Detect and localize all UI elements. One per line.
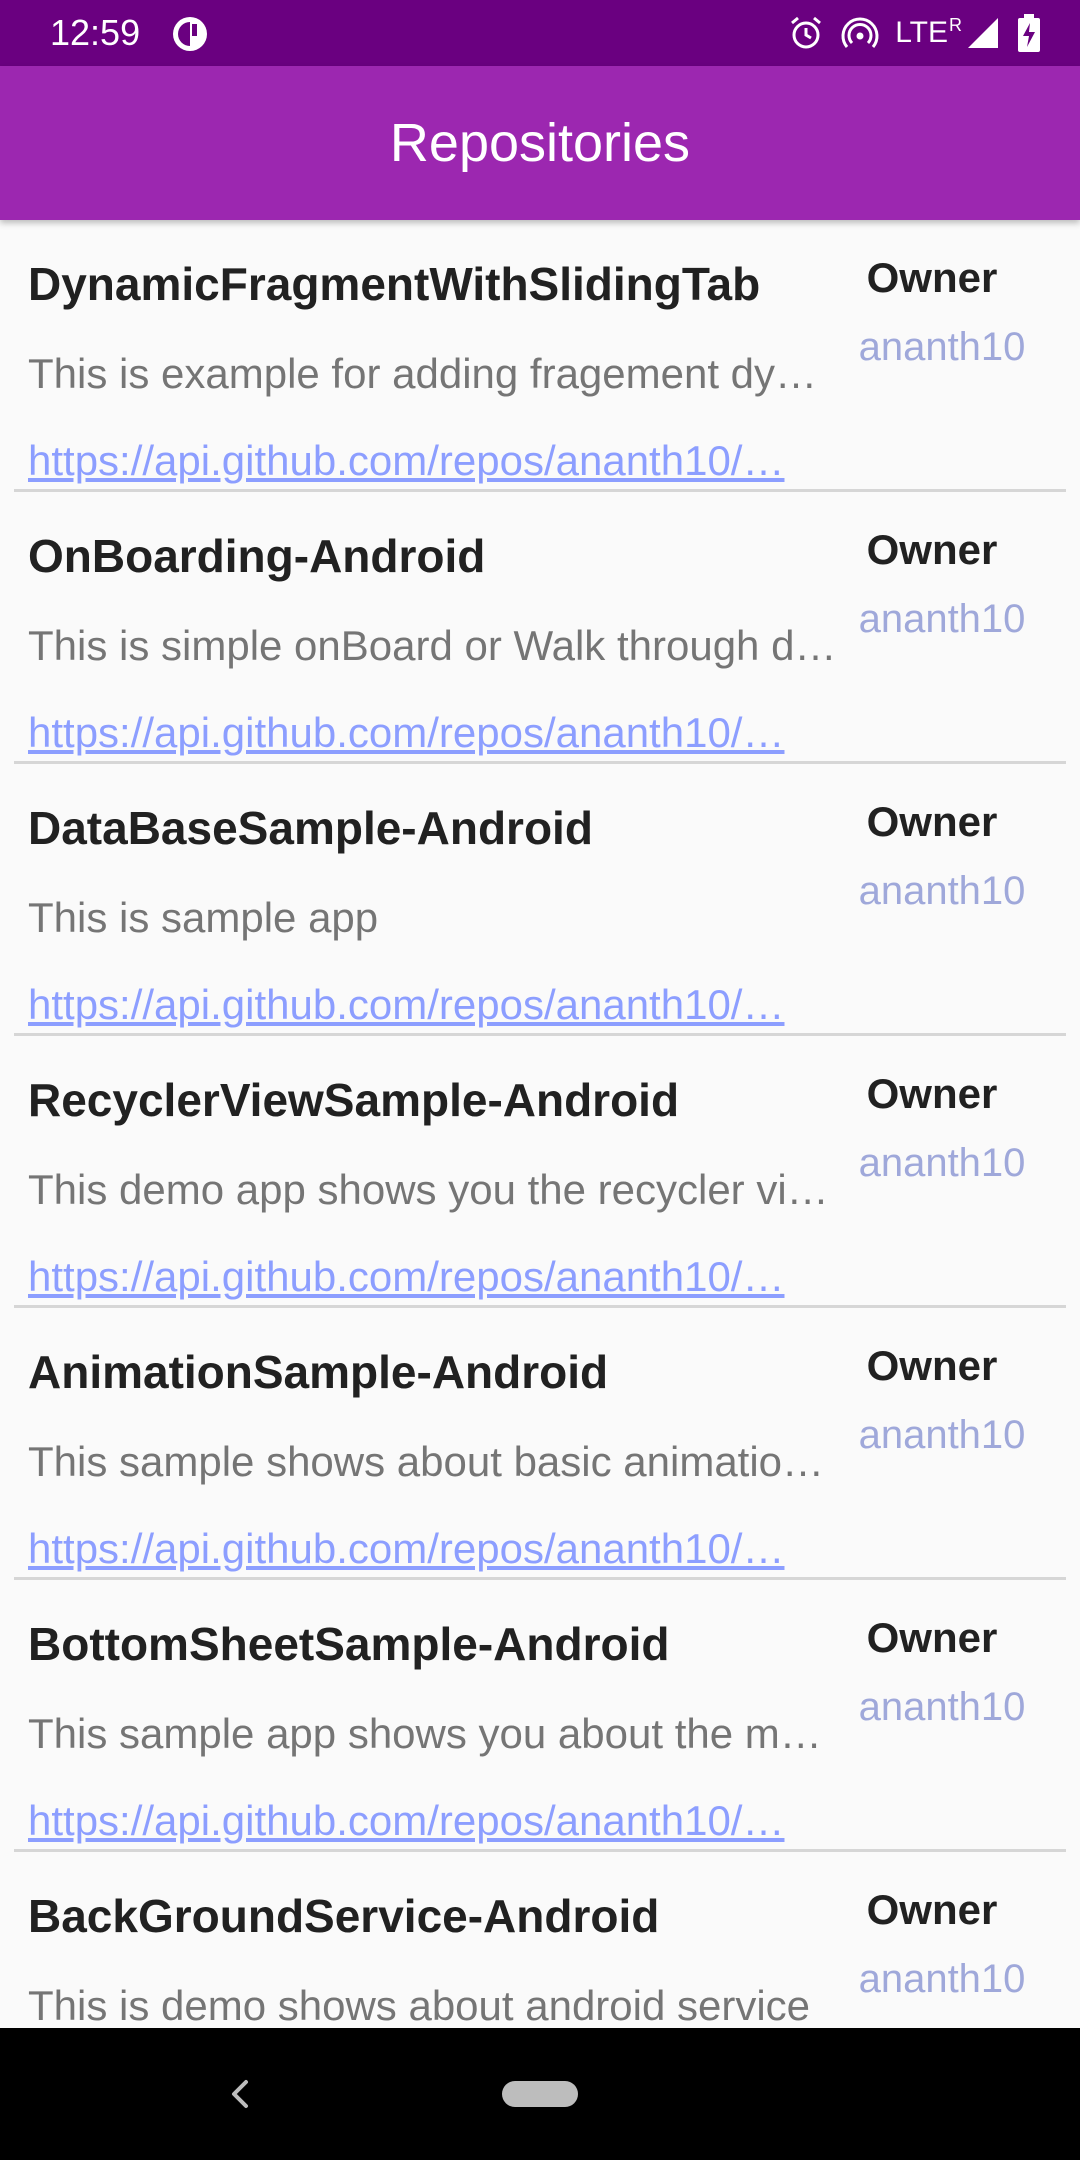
- owner-name: ananth10: [858, 325, 1026, 369]
- circle-half-icon: [170, 14, 210, 54]
- network-label: LTE: [895, 16, 948, 49]
- roaming-indicator: R: [949, 15, 962, 35]
- page-title: Repositories: [389, 113, 691, 173]
- repo-name: AnimationSample-Android: [28, 1346, 609, 1398]
- repo-description: This sample app shows you about the m…: [28, 1710, 822, 1757]
- list-item[interactable]: BackGroundService-Android This is demo s…: [0, 1852, 1080, 2028]
- status-icons: LTE R: [787, 10, 1040, 56]
- owner-label: Owner: [866, 1070, 998, 1117]
- list-item[interactable]: DataBaseSample-Android This is sample ap…: [0, 764, 1080, 1036]
- signal-icon: [964, 14, 1002, 52]
- repo-description: This is demo shows about android service: [28, 1982, 811, 2028]
- status-time: 12:59: [50, 12, 141, 53]
- list-item[interactable]: BottomSheetSample-Android This sample ap…: [0, 1580, 1080, 1852]
- owner-label: Owner: [866, 1614, 998, 1661]
- status-bar: 12:59 LTE R: [0, 0, 1080, 66]
- repo-list[interactable]: DynamicFragmentWithSlidingTab This is ex…: [0, 220, 1080, 2028]
- repo-name: DynamicFragmentWithSlidingTab: [28, 258, 761, 310]
- app-bar: Repositories: [0, 66, 1080, 220]
- owner-label: Owner: [866, 1886, 998, 1933]
- list-item[interactable]: OnBoarding-Android This is simple onBoar…: [0, 492, 1080, 764]
- navigation-bar: [0, 2028, 1080, 2160]
- owner-label: Owner: [866, 1342, 998, 1389]
- owner-name: ananth10: [858, 1957, 1026, 2001]
- repo-url-link[interactable]: https://api.github.com/repos/ananth10/…: [28, 1251, 844, 1303]
- home-pill-icon[interactable]: [502, 2081, 578, 2107]
- list-item[interactable]: AnimationSample-Android This sample show…: [0, 1308, 1080, 1580]
- repo-description: This sample shows about basic animatio…: [28, 1438, 825, 1485]
- repo-url-link[interactable]: https://api.github.com/repos/ananth10/…: [28, 1795, 844, 1847]
- screen: 12:59 LTE R Repositories DynamicFragment…: [0, 0, 1080, 2160]
- list-item[interactable]: RecyclerViewSample-Android This demo app…: [0, 1036, 1080, 1308]
- owner-name: ananth10: [858, 1413, 1026, 1457]
- owner-label: Owner: [866, 798, 998, 845]
- battery-charging-icon: [1018, 14, 1040, 52]
- back-icon[interactable]: [220, 2074, 260, 2114]
- repo-name: DataBaseSample-Android: [28, 802, 593, 854]
- repo-url-link[interactable]: https://api.github.com/repos/ananth10/…: [28, 979, 844, 1031]
- hotspot-icon: [841, 14, 879, 52]
- repo-url-link[interactable]: https://api.github.com/repos/ananth10/…: [28, 435, 844, 487]
- owner-label: Owner: [866, 526, 998, 573]
- owner-name: ananth10: [858, 869, 1026, 913]
- repo-description: This demo app shows you the recycler vi…: [28, 1166, 829, 1213]
- list-item[interactable]: DynamicFragmentWithSlidingTab This is ex…: [0, 220, 1080, 492]
- alarm-icon: [787, 14, 825, 52]
- repo-name: RecyclerViewSample-Android: [28, 1074, 680, 1126]
- repo-name: BottomSheetSample-Android: [28, 1618, 670, 1670]
- owner-label: Owner: [866, 254, 998, 301]
- repo-url-link[interactable]: https://api.github.com/repos/ananth10/…: [28, 707, 844, 759]
- repo-name: OnBoarding-Android: [28, 530, 486, 582]
- network-type: LTE R: [895, 10, 962, 56]
- owner-name: ananth10: [858, 597, 1026, 641]
- owner-name: ananth10: [858, 1685, 1026, 1729]
- owner-name: ananth10: [858, 1141, 1026, 1185]
- repo-description: This is simple onBoard or Walk through d…: [28, 622, 837, 669]
- repo-description: This is sample app: [28, 894, 379, 941]
- repo-name: BackGroundService-Android: [28, 1890, 660, 1942]
- repo-description: This is example for adding fragement dy…: [28, 350, 818, 397]
- repo-url-link[interactable]: https://api.github.com/repos/ananth10/…: [28, 1523, 844, 1575]
